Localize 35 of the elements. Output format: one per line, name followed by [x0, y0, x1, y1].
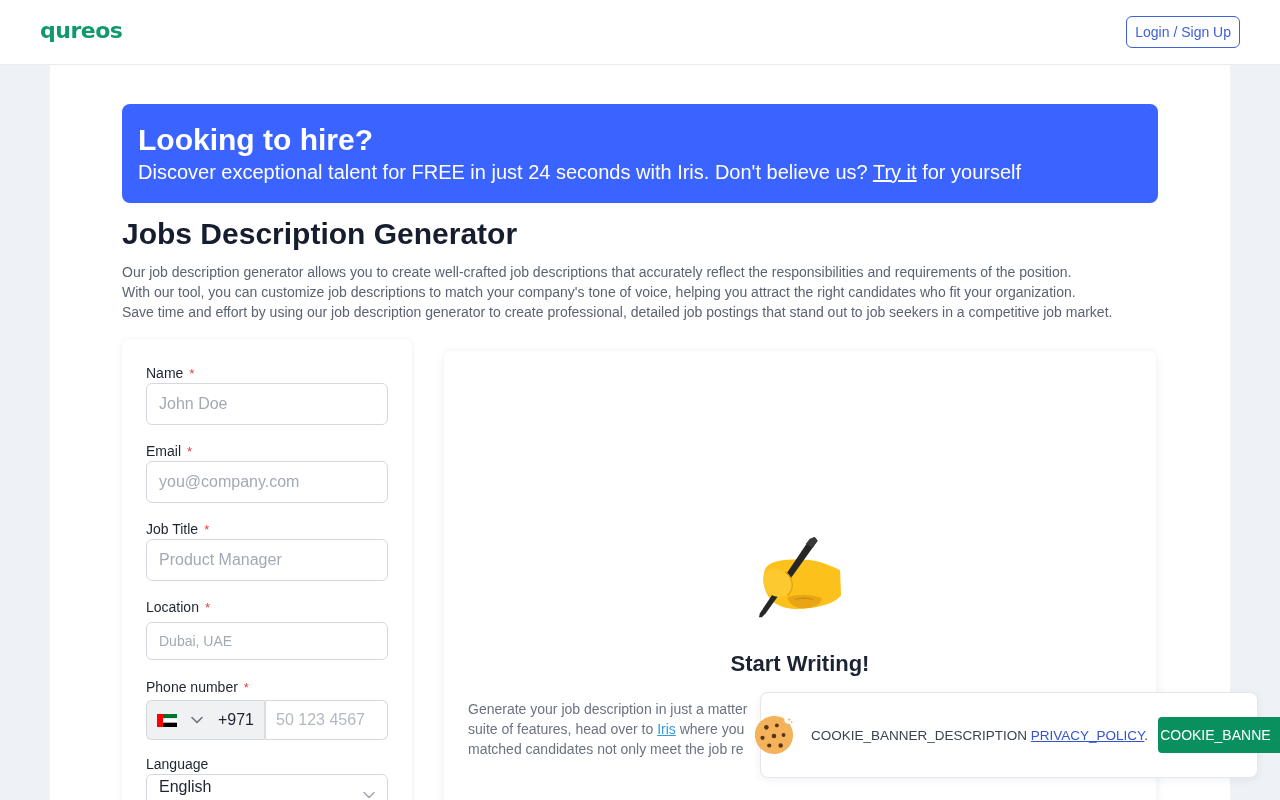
- required-mark: *: [189, 365, 195, 383]
- field-label: Language: [146, 755, 209, 774]
- page-title: Jobs Description Generator: [122, 216, 519, 252]
- try-it-link[interactable]: Try it: [872, 161, 917, 183]
- chevron-down-icon: [363, 791, 375, 799]
- preview-paragraph: Generate your job description in just a matter suite of features, head over to Iris where you matched candidates not only meet the job re: [468, 700, 748, 759]
- required-mark: *: [243, 679, 249, 697]
- location-input-field[interactable]: Dubai, UAE: [146, 622, 388, 660]
- field-label: Email: [146, 442, 181, 461]
- required-mark: *: [204, 521, 210, 539]
- cookie-icon: [753, 714, 795, 756]
- field-label: Location: [146, 598, 199, 617]
- required-mark: *: [187, 443, 193, 461]
- privacy-policy-link[interactable]: PRIVACY_POLICY: [1030, 727, 1145, 743]
- chevron-down-icon: [191, 716, 203, 724]
- hire-banner-text: Discover exceptional talent for FREE in just 24 seconds with Iris. Don't believe us? Try it for yourself: [138, 160, 1023, 185]
- text-input-field[interactable]: you@company.com: [146, 461, 388, 503]
- field-label: Phone number: [146, 678, 238, 697]
- text-input-field[interactable]: Product Manager: [146, 539, 388, 581]
- intro-paragraph: Our job description generator allows you to create well-crafted job descriptions that accurately reflect the responsibilities and requirements of the position. With our tool, you can customize job descriptions to match your company's tone of voice, helping you attract the right candidates who fit your organization. Save time and effort by using our job description generator to create professional, detailed job postings that stand out to job seekers in a competitive job market.: [122, 263, 1114, 322]
- required-mark: *: [204, 599, 210, 617]
- iris-link[interactable]: Iris: [657, 721, 676, 737]
- logo[interactable]: qureos: [40, 17, 123, 43]
- field-label: Name: [146, 364, 184, 383]
- login-signup-button[interactable]: Login / Sign Up: [1126, 15, 1240, 48]
- hire-banner-title: Looking to hire?: [138, 122, 374, 158]
- preview-title: Start Writing!: [730, 650, 870, 678]
- field-label: Job Title: [146, 520, 199, 539]
- cookie-accept-button[interactable]: COOKIE_BANNE: [1158, 717, 1280, 753]
- cookie-banner-text: COOKIE_BANNER_DESCRIPTION PRIVACY_POLICY.: [811, 727, 1149, 743]
- phone-input-field[interactable]: 50 123 4567: [266, 700, 388, 740]
- text-input-field[interactable]: John Doe: [146, 383, 388, 425]
- country-code-select[interactable]: +971: [146, 700, 266, 740]
- language-select[interactable]: English: [146, 774, 388, 800]
- flag-icon: [157, 713, 177, 727]
